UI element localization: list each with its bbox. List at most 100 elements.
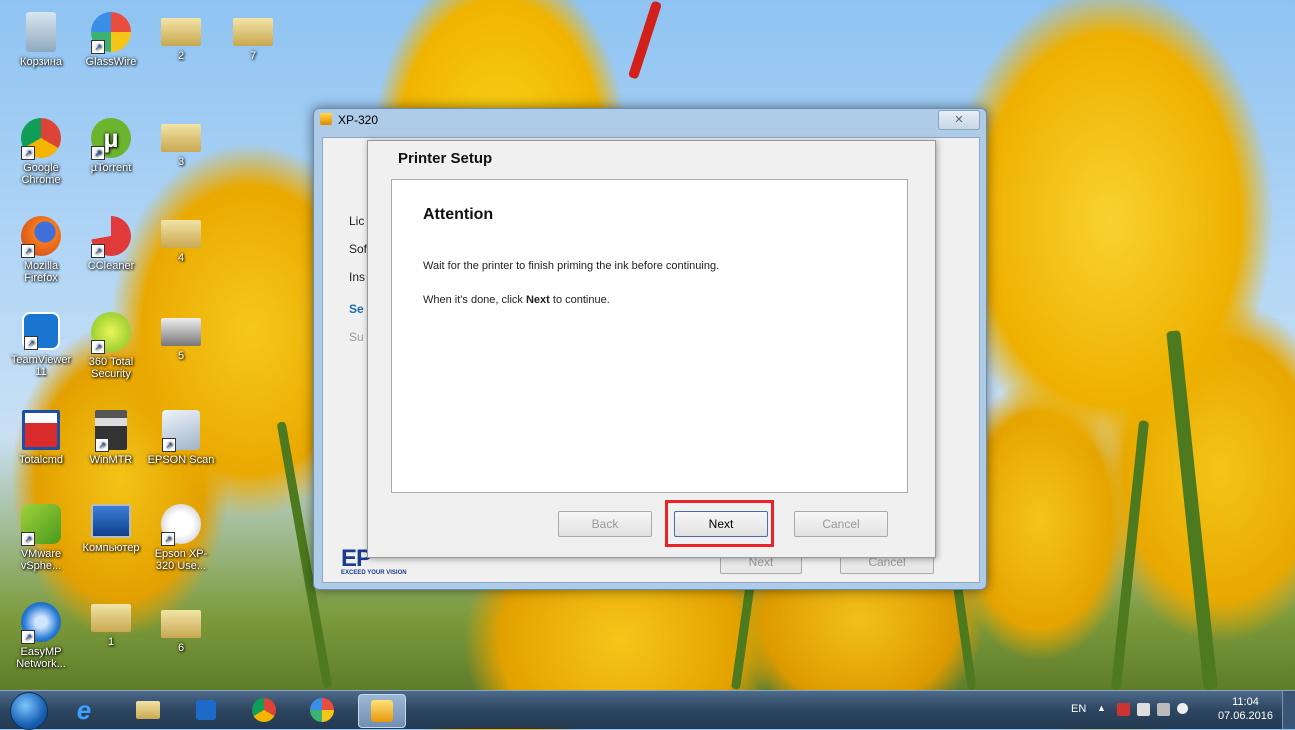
outlook-icon [196,700,216,720]
desktop-icon-label: EasyMP Network... [16,646,66,670]
desktop-icon-label: GlassWire [85,56,137,68]
desktop-icon-utorrent[interactable]: µ ↗ µTorrent [76,118,146,174]
taskbar-glasswire[interactable] [302,694,342,726]
step-summary: Su [349,330,364,344]
system-tray: EN ▲ 11:04 07.06.2016 [1065,691,1295,729]
folder-icon [233,18,273,46]
step-license: Lic [349,214,365,228]
desktop-icon-label: Корзина [20,56,62,68]
desktop-icon-label: Totalcmd [18,454,64,466]
desktop-icon-label: 6 [177,642,185,654]
recycle-bin-icon [26,12,56,52]
printer-setup-dialog: Printer Setup Attention Wait for the pri… [367,140,936,558]
glasswire-icon [310,698,334,722]
desktop-icon-firefox[interactable]: ↗ Mozilla Firefox [6,216,76,284]
desktop-icon-epson-scan[interactable]: ↗ EPSON Scan [146,410,216,466]
close-button[interactable]: ✕ [938,110,980,130]
taskbar-installer[interactable] [358,694,406,728]
chrome-icon [252,698,276,722]
desktop-icon-epson-manual[interactable]: ↗ Epson XP-320 Use... [146,504,216,572]
cancel-button[interactable]: Cancel [794,511,888,537]
taskbar-chrome[interactable] [244,694,284,726]
explorer-icon [136,701,160,719]
desktop-icon-glasswire[interactable]: ↗ GlassWire [76,12,146,68]
winmtr-icon: ↗ [95,410,127,452]
desktop-icon-label: Компьютер [82,542,140,554]
show-hidden-icons[interactable]: ▲ [1097,703,1106,713]
desktop-icon-folder-6[interactable]: 6 [146,610,216,654]
taskbar-outlook[interactable] [186,694,226,726]
volume-icon[interactable] [1177,703,1188,714]
taskbar-explorer[interactable] [128,694,168,726]
folder-icon [161,18,201,46]
language-indicator[interactable]: EN [1071,703,1086,715]
desktop-icon-label: VMware vSphe... [20,548,62,572]
clock[interactable]: 11:04 07.06.2016 [1218,695,1273,723]
continue-message-suffix: to continue. [549,294,610,306]
desktop-icon-easymp[interactable]: ↗ EasyMP Network... [6,602,76,670]
vmware-icon: ↗ [21,504,61,546]
desktop-icon-label: Google Chrome [21,162,61,186]
folder-icon [161,124,201,152]
document-icon: ↗ [161,504,201,546]
desktop-icon-label: 3 [177,156,185,168]
scanner-icon: ↗ [162,410,200,452]
window-title: XP-320 [338,113,379,127]
start-button[interactable] [10,692,48,730]
attention-heading: Attention [423,206,494,223]
taskbar: e EN ▲ 11:04 07.06.2016 [0,690,1295,730]
desktop-icon-label: 4 [177,252,185,264]
desktop-icon-vmware[interactable]: ↗ VMware vSphe... [6,504,76,572]
desktop-icon-folder-2[interactable]: 2 [146,18,216,62]
chrome-icon: ↗ [21,118,61,160]
next-highlight-box [665,500,774,547]
desktop-icon-360-security[interactable]: ↗ 360 Total Security [76,312,146,380]
installer-icon [371,700,393,722]
desktop-icon-ccleaner[interactable]: ↗ CCleaner [76,216,146,272]
logo-tagline: EXCEED YOUR VISION [341,570,407,576]
desktop-icon-label: TeamViewer 11 [10,354,72,378]
dialog-title: Printer Setup [398,150,493,167]
step-install: Ins [349,270,366,284]
desktop-icon-totalcmd[interactable]: Totalcmd [6,410,76,466]
desktop-icon-folder-3[interactable]: 3 [146,124,216,168]
desktop-icon-label: µTorrent [90,162,132,174]
desktop-icon-label: Mozilla Firefox [23,260,59,284]
network-icon[interactable] [1137,703,1150,716]
desktop-icon-folder-5[interactable]: 5 [146,318,216,362]
desktop-icon-teamviewer[interactable]: ↗ TeamViewer 11 [6,312,76,378]
ccleaner-icon: ↗ [91,216,131,258]
desktop-icon-label: 1 [107,636,115,648]
display-icon[interactable] [1157,703,1170,716]
action-center-icon[interactable] [1117,703,1130,716]
desktop-icon-folder-4[interactable]: 4 [146,220,216,264]
utorrent-icon: µ ↗ [91,118,131,160]
computer-icon [91,504,131,538]
easymp-icon: ↗ [21,602,61,644]
folder-icon [91,604,131,632]
desktop-icon-label: Epson XP-320 Use... [154,548,208,572]
step-setup: Se [349,302,364,316]
teamviewer-icon: ↗ [22,312,60,350]
installer-icon [320,113,332,125]
desktop-icon-recycle-bin[interactable]: Корзина [6,12,76,68]
show-desktop-button[interactable] [1282,691,1295,729]
desktop-icon-label: EPSON Scan [147,454,215,466]
firefox-icon: ↗ [21,216,61,258]
continue-message-prefix: When it's done, click [423,294,526,306]
continue-message-next: Next [525,294,550,306]
desktop-icon-folder-7[interactable]: 7 [218,18,288,62]
internet-explorer-icon: e [76,694,92,725]
desktop-icon-computer[interactable]: Компьютер [76,504,146,554]
desktop-icon-label: CCleaner [87,260,135,272]
taskbar-ie[interactable]: e [64,694,104,726]
desktop-icon-winmtr[interactable]: ↗ WinMTR [76,410,146,466]
tulip-stem [1166,330,1218,690]
desktop-icon-folder-1[interactable]: 1 [76,604,146,648]
desktop-icon-label: WinMTR [89,454,133,466]
back-button[interactable]: Back [558,511,652,537]
red-streak [627,0,663,80]
tulip-stem [1110,420,1150,690]
desktop-icon-chrome[interactable]: ↗ Google Chrome [6,118,76,186]
desktop-icon-label: 2 [177,50,185,62]
